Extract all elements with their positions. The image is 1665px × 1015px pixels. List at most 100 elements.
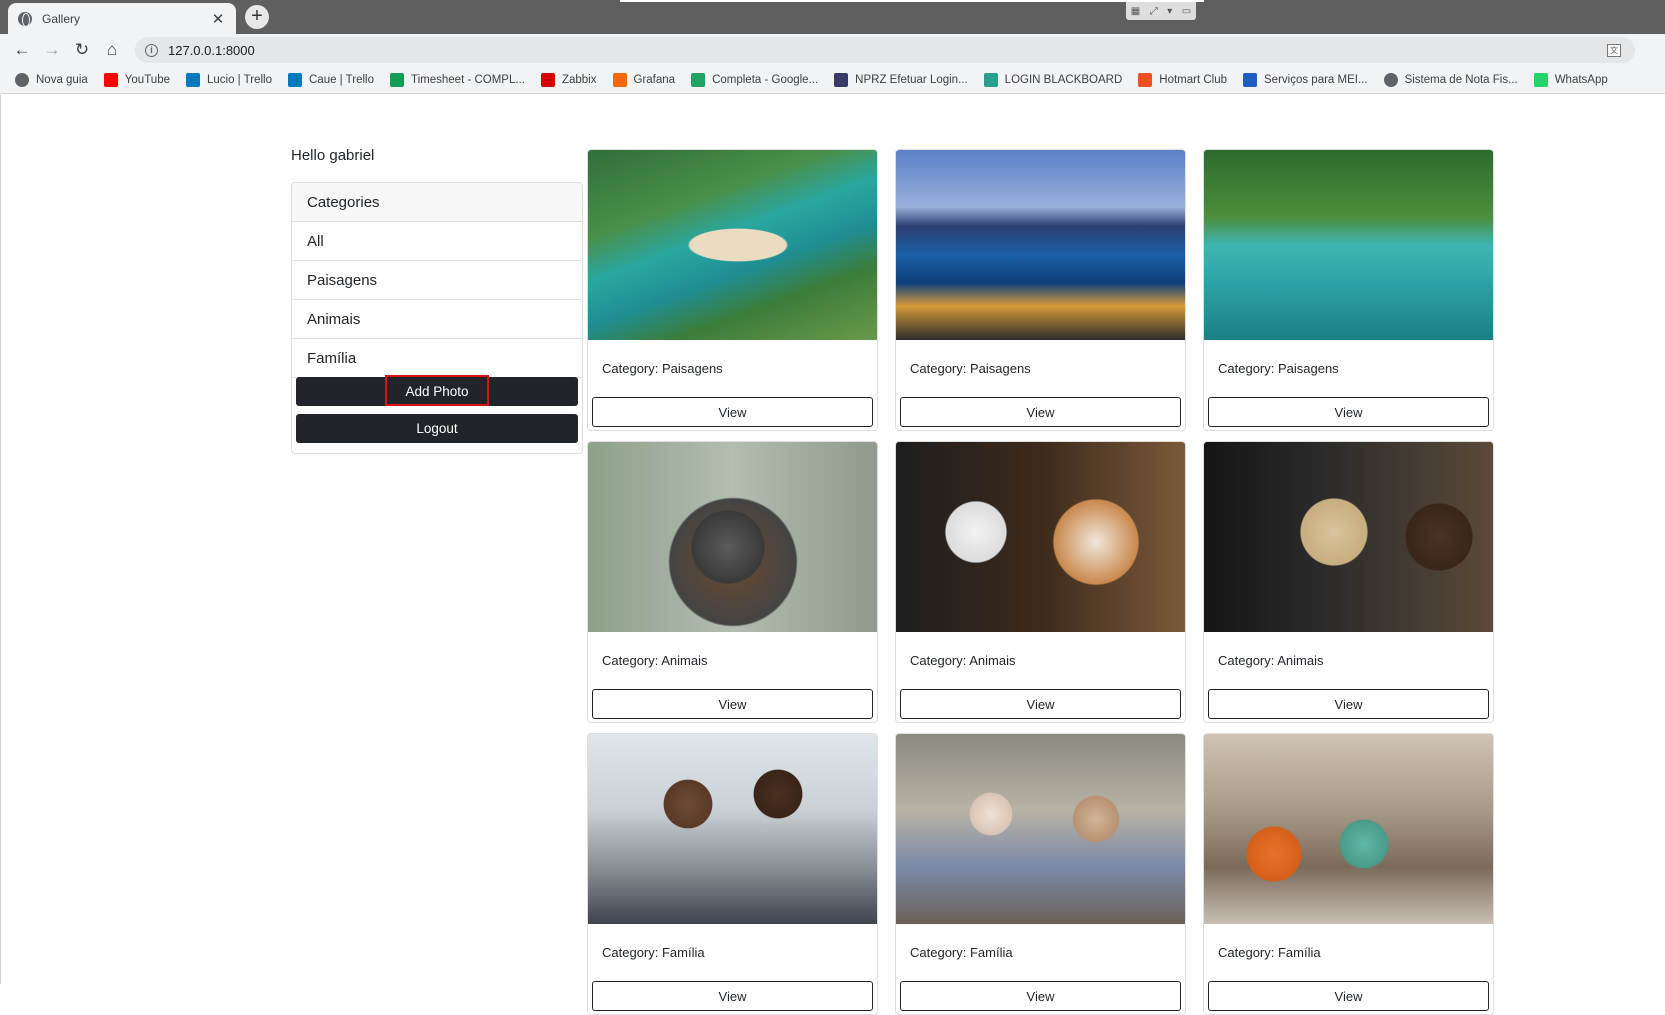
bookmarks-bar: Nova guia YouTube Lucio | Trello Caue | Tre… — [0, 66, 1665, 94]
blackboard-icon — [983, 72, 998, 87]
bookmark-label: NPRZ Efetuar Login... — [855, 73, 968, 86]
view-button[interactable]: View — [900, 397, 1181, 427]
photo-category-label: Category: Família — [910, 945, 1013, 960]
globe-icon — [18, 11, 32, 27]
page-content: Hello gabriel Categories All Paisagens A… — [0, 95, 1665, 1015]
photo-card: Category: Animais View — [895, 441, 1186, 723]
underwater-fish-photo — [1204, 150, 1493, 340]
bookmark-item[interactable]: LOGIN BLACKBOARD — [983, 72, 1123, 87]
bookmark-item[interactable]: NPRZ Efetuar Login... — [834, 72, 968, 87]
close-tab-icon[interactable]: ✕ — [210, 10, 226, 28]
category-item-paisagens[interactable]: Paisagens — [292, 261, 582, 300]
monitor-icon[interactable]: ▭ — [1182, 6, 1191, 17]
view-button[interactable]: View — [592, 397, 873, 427]
categories-header: Categories — [292, 183, 582, 222]
remote-desktop-bar: ▦ ⤢ ▾ ▭ — [1126, 2, 1196, 20]
photo-category-label: Category: Paisagens — [910, 361, 1031, 376]
photo-card: Category: Família View — [1203, 733, 1494, 1015]
beach-landscape-photo — [588, 150, 877, 340]
grafana-icon — [612, 72, 627, 87]
bookmark-item[interactable]: Caue | Trello — [288, 72, 374, 87]
browser-tab-strip: Gallery ✕ + ▦ ⤢ ▾ ▭ — [0, 0, 1665, 34]
globe-icon — [15, 72, 29, 87]
info-icon[interactable]: i — [145, 43, 158, 57]
bookmark-label: YouTube — [124, 73, 170, 86]
photo-card: Category: Animais View — [1203, 441, 1494, 723]
cattle-dog-photo — [588, 442, 877, 632]
bookmark-item[interactable]: Zabbix — [540, 72, 597, 87]
zabbix-icon — [540, 72, 555, 87]
photo-category-label: Category: Paisagens — [602, 361, 723, 376]
logout-button[interactable]: Logout — [296, 414, 578, 443]
bookmark-item[interactable]: WhatsApp — [1533, 72, 1608, 87]
bookmark-item[interactable]: Lucio | Trello — [186, 72, 272, 87]
city-beach-night-photo — [896, 150, 1185, 340]
view-button[interactable]: View — [900, 981, 1181, 1011]
category-item-animais[interactable]: Animais — [292, 300, 582, 339]
bookmark-label: Nova guia — [36, 73, 88, 86]
reload-icon[interactable]: ↻ — [67, 36, 97, 64]
photo-card: Category: Família View — [587, 733, 878, 1015]
labradors-photo — [1204, 442, 1493, 632]
view-button[interactable]: View — [1208, 689, 1489, 719]
bookmark-item[interactable]: Serviços para MEI... — [1243, 72, 1368, 87]
add-photo-button[interactable]: Add Photo — [296, 375, 578, 406]
photo-category-label: Category: Animais — [1218, 653, 1324, 668]
back-arrow-icon[interactable]: ← — [7, 36, 37, 64]
bookmark-item[interactable]: Timesheet - COMPL... — [390, 72, 525, 87]
bookmark-item[interactable]: Grafana — [612, 72, 675, 87]
home-icon[interactable]: ⌂ — [97, 36, 127, 64]
whatsapp-icon — [1533, 72, 1548, 87]
trello-icon — [186, 72, 200, 87]
tab-gallery[interactable]: Gallery ✕ — [8, 3, 236, 34]
family-selfie-photo — [588, 734, 877, 924]
bookmark-label: WhatsApp — [1554, 73, 1608, 86]
fullscreen-icon[interactable]: ⤢ — [1150, 6, 1158, 17]
bookmark-label: Hotmart Club — [1159, 73, 1228, 86]
bookmark-item[interactable]: Nova guia — [15, 72, 88, 87]
category-item-familia[interactable]: Família — [292, 339, 582, 378]
categories-card: Categories All Paisagens Animais Família… — [291, 182, 583, 454]
tab-strip-divider — [620, 0, 1204, 2]
mei-icon — [1243, 72, 1258, 87]
photo-category-label: Category: Paisagens — [1218, 361, 1339, 376]
sheets-icon — [390, 72, 404, 87]
photo-category-label: Category: Família — [602, 945, 705, 960]
bookmark-label: Sistema de Nota Fis... — [1404, 73, 1518, 86]
bookmark-item[interactable]: Hotmart Club — [1138, 72, 1228, 87]
bookmark-label: Completa - Google... — [712, 73, 819, 86]
photo-card: Category: Família View — [895, 733, 1186, 1015]
view-button[interactable]: View — [900, 689, 1181, 719]
new-tab-button[interactable]: + — [245, 5, 269, 29]
greeting-text: Hello gabriel — [291, 147, 375, 164]
pin-icon[interactable]: ▦ — [1131, 6, 1140, 17]
view-button[interactable]: View — [592, 689, 873, 719]
bookmark-item[interactable]: YouTube — [103, 72, 170, 87]
address-bar[interactable]: i 127.0.0.1:8000 文 — [135, 37, 1635, 63]
photo-category-label: Category: Família — [1218, 945, 1321, 960]
photo-card: Category: Paisagens View — [895, 149, 1186, 431]
category-item-all[interactable]: All — [292, 222, 582, 261]
view-button[interactable]: View — [1208, 397, 1489, 427]
bookmark-label: Serviços para MEI... — [1264, 73, 1368, 86]
bookmark-item[interactable]: Completa - Google... — [691, 72, 819, 87]
bookmark-label: Lucio | Trello — [207, 73, 272, 86]
view-button[interactable]: View — [592, 981, 873, 1011]
bookmark-label: Timesheet - COMPL... — [411, 73, 525, 86]
tab-title: Gallery — [42, 11, 81, 26]
url-text[interactable]: 127.0.0.1:8000 — [168, 43, 255, 58]
forward-arrow-icon[interactable]: → — [37, 36, 67, 64]
highlight-box — [385, 375, 489, 406]
trello-icon — [288, 72, 302, 87]
family-sofa-photo — [1204, 734, 1493, 924]
view-button[interactable]: View — [1208, 981, 1489, 1011]
translate-icon[interactable]: 文 — [1607, 44, 1621, 57]
bookmark-label: Zabbix — [561, 73, 597, 86]
grandparents-tablet-photo — [896, 734, 1185, 924]
youtube-icon — [103, 72, 118, 87]
bookmark-item[interactable]: Sistema de Nota Fis... — [1383, 72, 1518, 87]
bookmark-label: LOGIN BLACKBOARD — [1004, 73, 1123, 86]
chevron-down-icon[interactable]: ▾ — [1167, 6, 1172, 17]
photo-category-label: Category: Animais — [910, 653, 1016, 668]
browser-toolbar: ← → ↻ ⌂ i 127.0.0.1:8000 文 — [0, 34, 1665, 66]
